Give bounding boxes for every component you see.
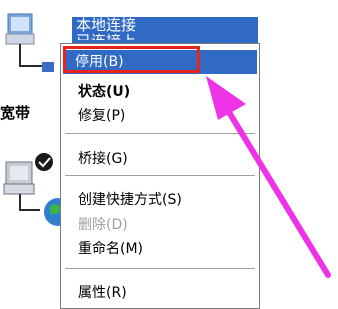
annotation-arrow [206, 76, 331, 278]
